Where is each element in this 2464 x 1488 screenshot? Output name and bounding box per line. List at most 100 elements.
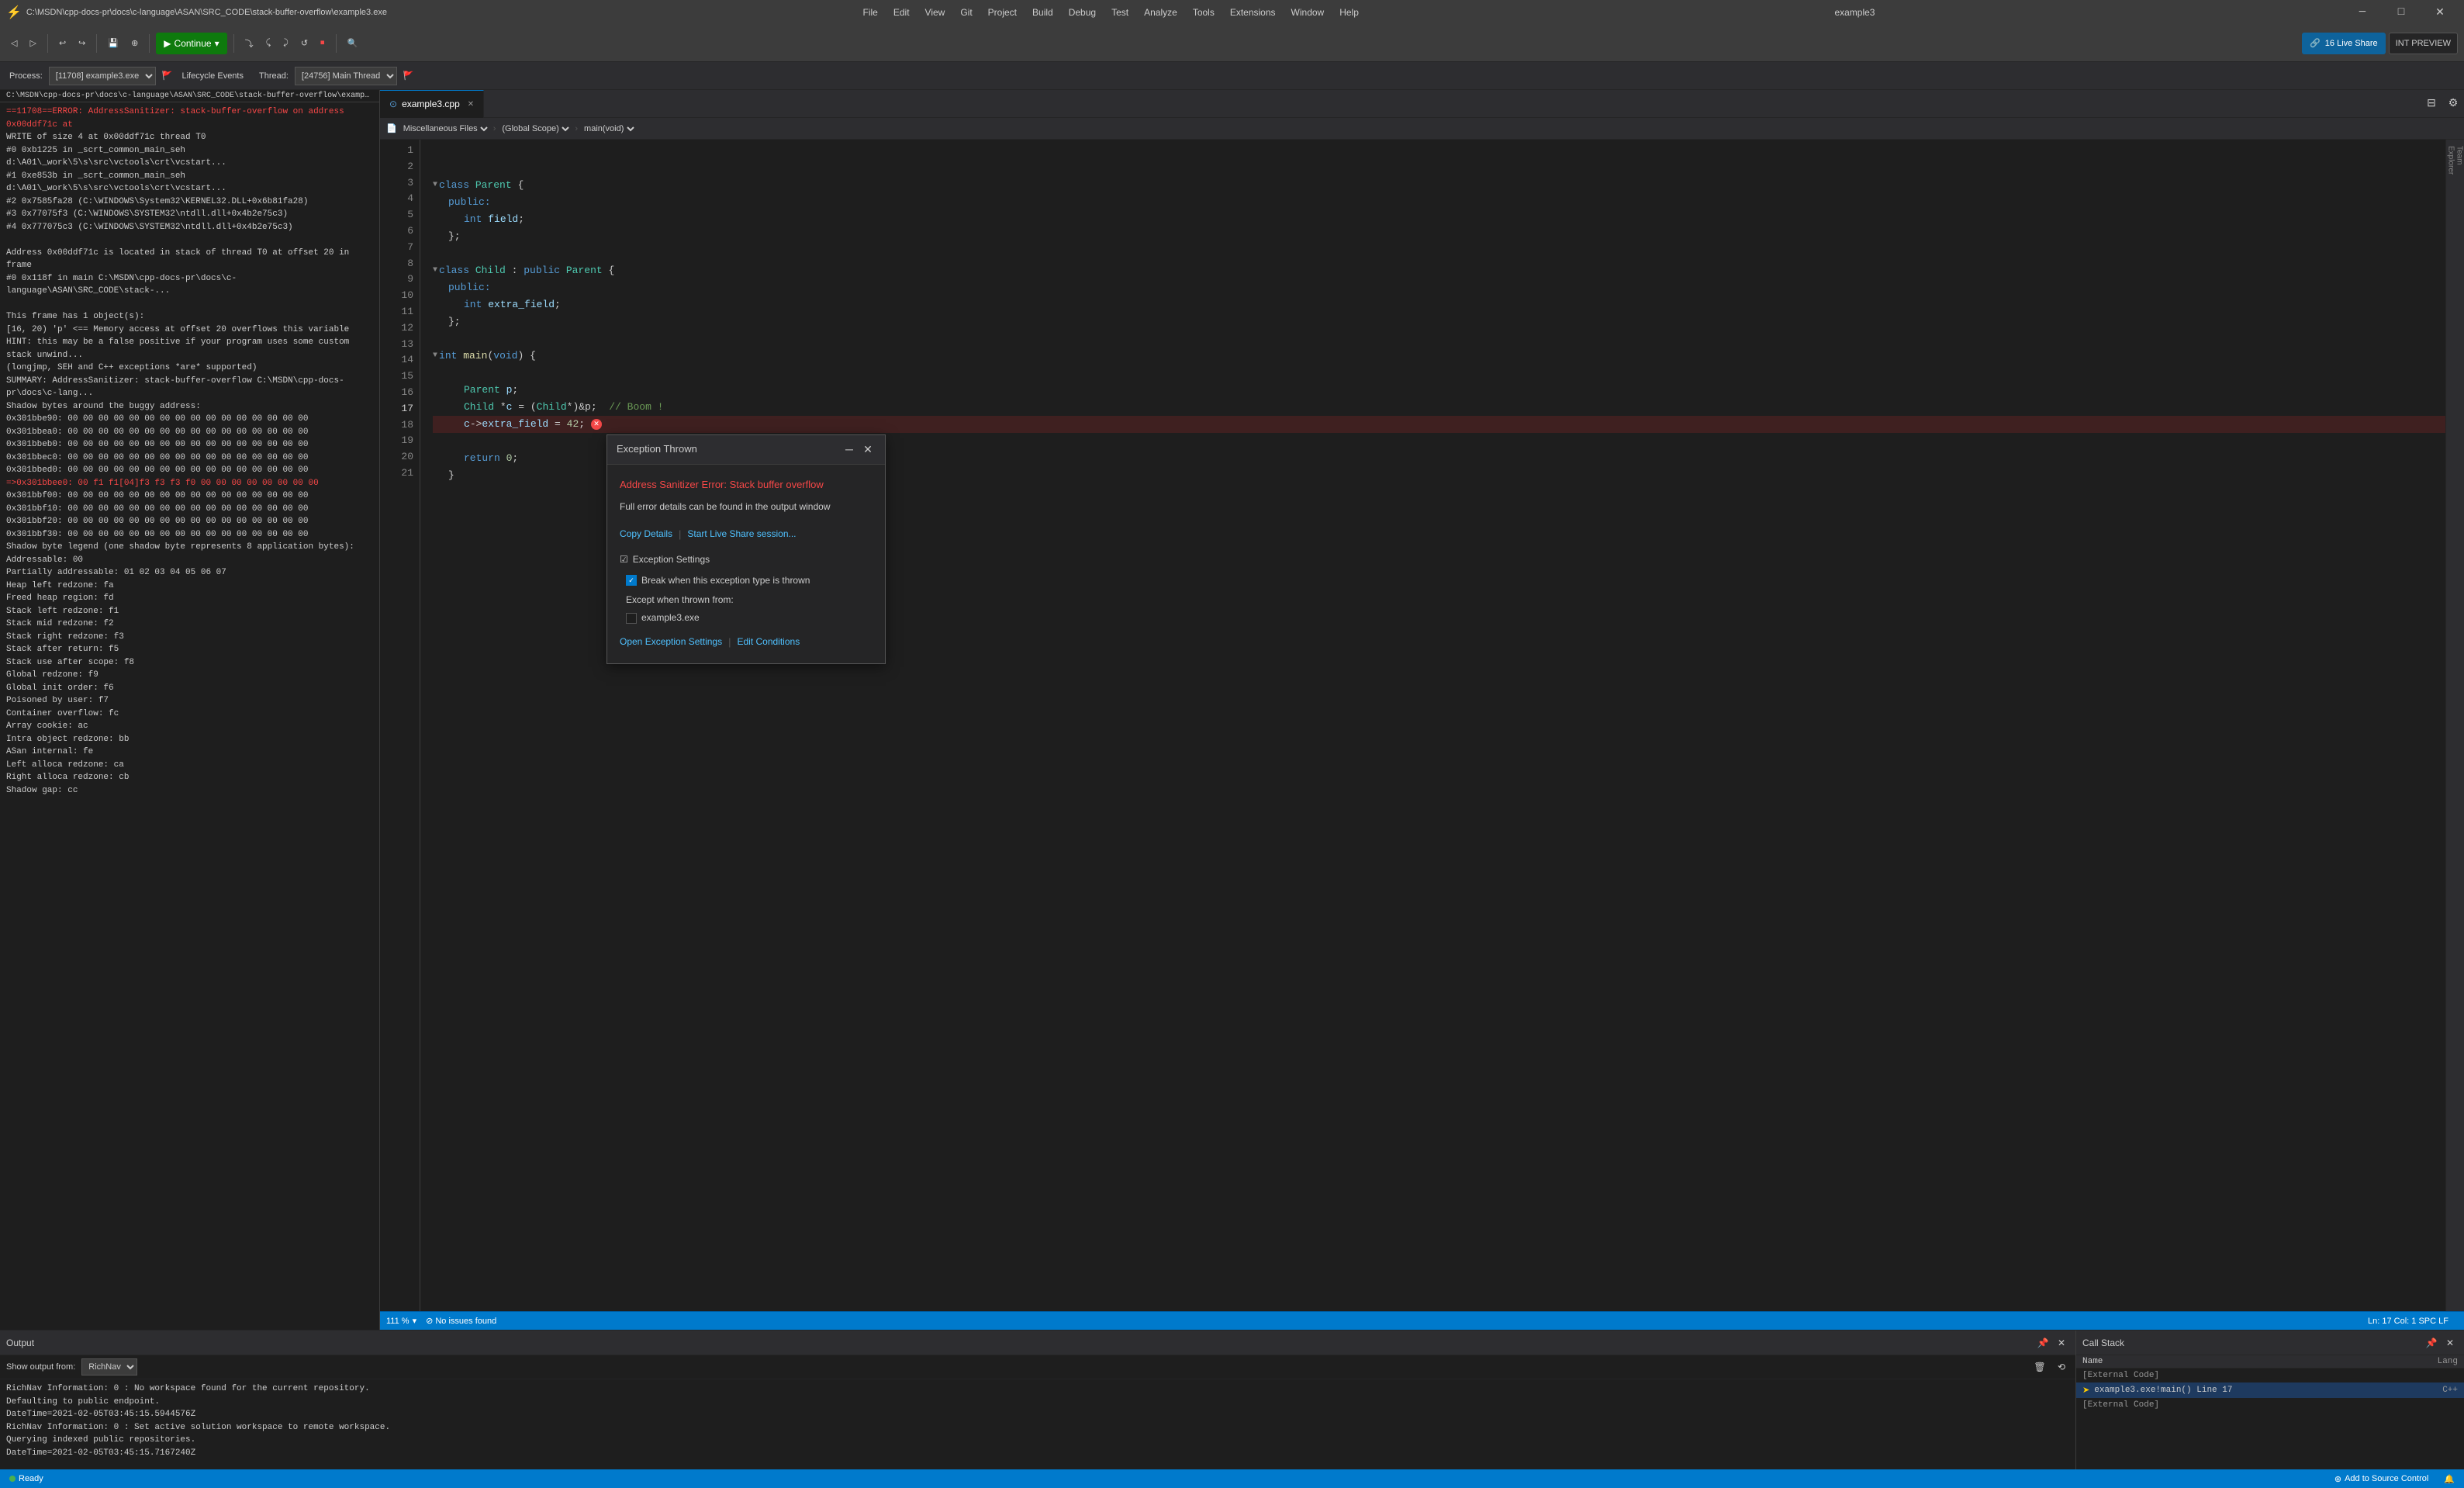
- step-into-button[interactable]: ⤹: [261, 31, 276, 56]
- menu-test[interactable]: Test: [1105, 5, 1135, 19]
- undo-button[interactable]: ↩: [54, 31, 71, 56]
- save-button[interactable]: 💾: [103, 31, 123, 56]
- search-button[interactable]: 🔍: [343, 31, 363, 56]
- call-stack-pin-button[interactable]: 📌: [2424, 1335, 2439, 1351]
- call-stack-content: Name Lang [External Code] ➤ example3.exe…: [2076, 1355, 2464, 1469]
- code-editor: 1 2 3 4 5 6 7 8 9 10 11 12 13 14 15 16 1…: [380, 140, 2464, 1311]
- code-line-15: Parent p ;: [433, 382, 2445, 399]
- ln-20: 20: [380, 449, 413, 465]
- team-explorer-button[interactable]: Team Explorer: [2448, 146, 2463, 177]
- file-icon: 📄: [386, 123, 397, 133]
- except-from-checkbox[interactable]: [626, 613, 637, 624]
- copy-details-link[interactable]: Copy Details: [620, 527, 672, 543]
- global-scope-select[interactable]: (Global Scope): [499, 123, 572, 134]
- forward-button[interactable]: ▷: [25, 31, 40, 56]
- cs-row-0[interactable]: [External Code]: [2076, 1369, 2464, 1382]
- ln-19: 19: [380, 433, 413, 449]
- cs-row-1[interactable]: ➤ example3.exe!main() Line 17 C++: [2076, 1382, 2464, 1398]
- open-exception-settings-link[interactable]: Open Exception Settings: [620, 635, 722, 651]
- menu-view[interactable]: View: [919, 5, 952, 19]
- notification-button[interactable]: 🔔: [2441, 1474, 2458, 1484]
- ln-16: 16: [380, 385, 413, 401]
- break-when-checkbox[interactable]: ✓: [626, 575, 637, 586]
- process-select[interactable]: [11708] example3.exe: [49, 67, 156, 85]
- collapse-13[interactable]: ▼: [433, 350, 437, 362]
- code-line-6: };: [433, 228, 2445, 245]
- stop-button[interactable]: ⏹: [316, 31, 330, 56]
- term-line-4: #2 0x7585fa28 (C:\WINDOWS\System32\KERNE…: [6, 196, 373, 209]
- output-wrap-button[interactable]: ⟲: [2054, 1359, 2069, 1375]
- live-share-label: 16 Live Share: [2325, 39, 2378, 48]
- add-source-control-button[interactable]: ⊕ Add to Source Control: [2331, 1474, 2431, 1484]
- minimize-button[interactable]: ─: [2345, 0, 2380, 25]
- output-pin-button[interactable]: 📌: [2035, 1335, 2051, 1351]
- menu-file[interactable]: File: [857, 5, 884, 19]
- redo-button[interactable]: ↪: [74, 31, 90, 56]
- misc-files-select[interactable]: Miscellaneous Files: [400, 123, 490, 134]
- zoom-indicator[interactable]: 111 % ▾: [386, 1316, 416, 1326]
- close-button[interactable]: ✕: [2422, 0, 2458, 25]
- step-out-button[interactable]: ⤸: [278, 31, 293, 56]
- output-clear-button[interactable]: 🗑: [2032, 1359, 2048, 1375]
- menu-build[interactable]: Build: [1026, 5, 1059, 19]
- collapse-8[interactable]: ▼: [433, 265, 437, 277]
- term-line-30: Heap left redzone: fa: [6, 580, 373, 593]
- live-share-link[interactable]: Start Live Share session...: [687, 527, 796, 543]
- lifecycle-events[interactable]: Lifecycle Events: [182, 71, 244, 81]
- tab-close-button[interactable]: ✕: [468, 100, 474, 109]
- split-editor-button[interactable]: ⊟: [2421, 93, 2442, 115]
- ln-1: 1: [380, 143, 413, 159]
- menu-analyze[interactable]: Analyze: [1138, 5, 1184, 19]
- term-line-25: 0x301bbf20: 00 00 00 00 00 00 00 00 00 0…: [6, 515, 373, 528]
- menu-window[interactable]: Window: [1285, 5, 1331, 19]
- term-line-16: Shadow bytes around the buggy address:: [6, 400, 373, 414]
- zoom-value: 111 %: [386, 1317, 410, 1326]
- exception-dialog: Exception Thrown ─ ✕ Address Sanitizer E…: [606, 434, 886, 664]
- terminal-path: C:\MSDN\cpp-docs-pr\docs\c-language\ASAN…: [0, 90, 379, 102]
- right-sidebar: Team Explorer: [2445, 140, 2464, 1311]
- eq-1: = (: [518, 400, 536, 416]
- header-separator-1: ›: [493, 124, 496, 133]
- continue-icon: ▶: [164, 38, 171, 49]
- restart-button[interactable]: ↺: [296, 31, 313, 56]
- except-from-value: example3.exe: [641, 611, 700, 625]
- kw-public-3: public:: [448, 280, 491, 296]
- paren-2: ) {: [517, 348, 535, 365]
- int-preview-button[interactable]: INT PREVIEW: [2389, 33, 2458, 54]
- title-bar-right: ─ □ ✕: [2345, 0, 2458, 25]
- collapse-3[interactable]: ▼: [433, 179, 437, 192]
- exception-minimize-button[interactable]: ─: [841, 441, 857, 457]
- editor-panel: ⊙ example3.cpp ✕ ⊟ ⚙ 📄 Miscellaneous Fil…: [380, 90, 2464, 1330]
- exception-title: Exception Thrown: [617, 441, 697, 458]
- var-extra-field: extra_field: [488, 297, 555, 313]
- cs-row-2[interactable]: [External Code]: [2076, 1398, 2464, 1412]
- ready-status[interactable]: Ready: [6, 1474, 47, 1483]
- menu-edit[interactable]: Edit: [887, 5, 916, 19]
- menu-tools[interactable]: Tools: [1187, 5, 1221, 19]
- editor-settings-button[interactable]: ⚙: [2442, 93, 2464, 115]
- menu-help[interactable]: Help: [1333, 5, 1365, 19]
- menu-git[interactable]: Git: [954, 5, 978, 19]
- call-stack-close-button[interactable]: ✕: [2442, 1335, 2458, 1351]
- menu-project[interactable]: Project: [982, 5, 1023, 19]
- thread-select[interactable]: [24756] Main Thread: [295, 67, 397, 85]
- maximize-button[interactable]: □: [2383, 0, 2419, 25]
- type-child: Child: [475, 263, 512, 279]
- continue-button[interactable]: ▶ Continue ▾: [156, 33, 226, 54]
- tab-actions: ⊟ ⚙: [2421, 93, 2464, 115]
- save-all-button[interactable]: ⊕: [126, 31, 143, 56]
- step-over-button[interactable]: ⤵: [240, 31, 258, 56]
- tab-example3-cpp[interactable]: ⊙ example3.cpp ✕: [380, 90, 484, 118]
- output-close-button[interactable]: ✕: [2054, 1335, 2069, 1351]
- menu-debug[interactable]: Debug: [1063, 5, 1102, 19]
- main-void-select[interactable]: main(void): [581, 123, 637, 134]
- toolbar: ◁ ▷ ↩ ↪ 💾 ⊕ ▶ Continue ▾ ⤵ ⤹ ⤸ ↺ ⏹ 🔍 🔗 1…: [0, 25, 2464, 62]
- error-indicator: ✕: [591, 419, 602, 430]
- edit-conditions-link[interactable]: Edit Conditions: [737, 635, 800, 651]
- menu-extensions[interactable]: Extensions: [1224, 5, 1282, 19]
- output-source-select[interactable]: RichNav: [81, 1358, 137, 1376]
- footer-divider: |: [728, 635, 731, 651]
- live-share-button[interactable]: 🔗 16 Live Share: [2302, 33, 2386, 54]
- back-button[interactable]: ◁: [6, 31, 22, 56]
- exception-close-button[interactable]: ✕: [860, 441, 876, 457]
